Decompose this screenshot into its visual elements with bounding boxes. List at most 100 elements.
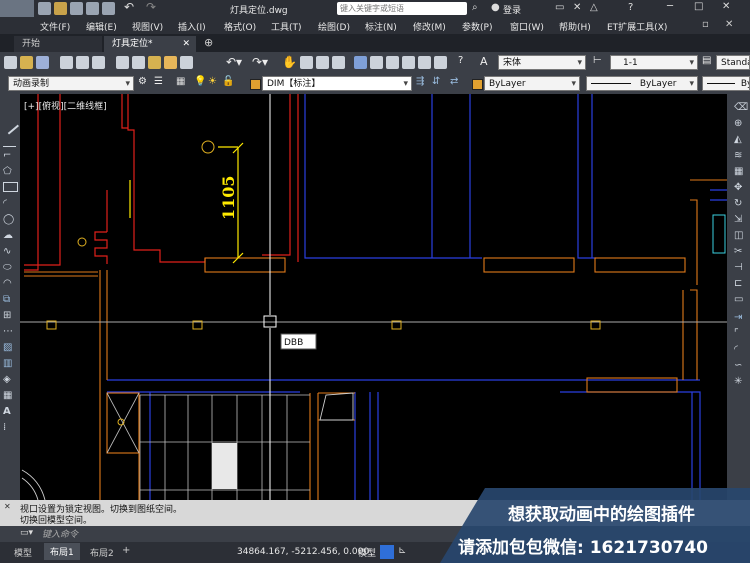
menu-format[interactable]: 格式(O) bbox=[224, 20, 256, 33]
layer-state-icon[interactable]: ▦ bbox=[176, 76, 185, 87]
help-icon[interactable]: ? bbox=[628, 2, 633, 13]
tool-palettes-icon[interactable] bbox=[386, 56, 399, 69]
add-layout-icon[interactable]: + bbox=[122, 545, 130, 556]
save-icon-2[interactable] bbox=[36, 56, 49, 69]
user-icon[interactable]: ● bbox=[491, 2, 500, 13]
zoom-window-icon[interactable] bbox=[316, 56, 329, 69]
mirror-icon[interactable]: ◭ bbox=[734, 134, 742, 145]
tab-close-icon[interactable]: ✕ bbox=[182, 36, 190, 52]
redo-tool-icon[interactable]: ↷▾ bbox=[252, 55, 268, 69]
add-selected-icon[interactable]: ⁞ bbox=[3, 422, 16, 434]
hatch-icon[interactable]: ▨ bbox=[3, 342, 16, 354]
move-icon[interactable]: ✥ bbox=[734, 182, 742, 193]
close-icon[interactable]: ✕ bbox=[722, 1, 730, 12]
layout-tab-layout1[interactable]: 布局1 bbox=[44, 543, 80, 560]
open-file-icon[interactable] bbox=[54, 2, 67, 15]
table-style-icon[interactable]: ▤ bbox=[702, 55, 711, 66]
properties-icon[interactable] bbox=[354, 56, 367, 69]
search-icon[interactable]: ⌕ bbox=[472, 2, 478, 13]
gradient-icon[interactable]: ▥ bbox=[3, 358, 16, 370]
insert-block-icon[interactable]: ⧉ bbox=[3, 294, 16, 306]
menu-modify[interactable]: 修改(M) bbox=[413, 20, 446, 33]
spline-icon[interactable]: ∿ bbox=[3, 246, 16, 258]
chamfer-icon[interactable]: ⌜ bbox=[734, 328, 739, 339]
menu-help[interactable]: 帮助(H) bbox=[559, 20, 591, 33]
gear-icon[interactable]: ⚙ bbox=[138, 76, 147, 87]
design-center-icon[interactable] bbox=[370, 56, 383, 69]
layer-properties-icon[interactable]: ☰ bbox=[154, 76, 163, 87]
menu-dimension[interactable]: 标注(N) bbox=[365, 20, 397, 33]
undo-tool-icon[interactable]: ↶▾ bbox=[226, 55, 242, 69]
menu-draw[interactable]: 绘图(D) bbox=[318, 20, 350, 33]
make-block-icon[interactable]: ⊞ bbox=[3, 310, 16, 322]
match-properties-icon[interactable] bbox=[164, 56, 177, 69]
text-style-icon[interactable]: A bbox=[480, 55, 488, 68]
new-tab-icon[interactable]: ⊕ bbox=[204, 36, 213, 49]
break-icon[interactable]: ▭ bbox=[734, 294, 743, 305]
new-file-icon[interactable] bbox=[38, 2, 51, 15]
blend-icon[interactable]: ∽ bbox=[734, 360, 742, 371]
new-icon[interactable] bbox=[4, 56, 17, 69]
pan-icon[interactable]: ✋ bbox=[282, 55, 297, 69]
calculator-icon[interactable] bbox=[434, 56, 447, 69]
save-icon[interactable] bbox=[70, 2, 83, 15]
menu-tools[interactable]: 工具(T) bbox=[271, 20, 302, 33]
menu-window[interactable]: 窗口(W) bbox=[510, 20, 544, 33]
stretch-icon[interactable]: ◫ bbox=[734, 230, 743, 241]
array-icon[interactable]: ▦ bbox=[734, 166, 743, 177]
sun-icon[interactable]: ☀ bbox=[208, 76, 217, 87]
table-icon[interactable]: ▦ bbox=[3, 390, 16, 402]
trim-icon[interactable]: ✂ bbox=[734, 246, 742, 257]
region-icon[interactable]: ◈ bbox=[3, 374, 16, 386]
explode-icon[interactable]: ✳ bbox=[734, 376, 742, 387]
layout-tab-model[interactable]: 模型 bbox=[14, 546, 32, 559]
minimize-icon[interactable]: ─ bbox=[667, 1, 673, 12]
triangle-icon[interactable]: △ bbox=[590, 2, 598, 13]
model-space-button[interactable]: 模型 bbox=[358, 546, 376, 559]
menu-parametric[interactable]: 参数(P) bbox=[462, 20, 492, 33]
print-icon[interactable] bbox=[102, 2, 115, 15]
menu-view[interactable]: 视图(V) bbox=[132, 20, 163, 33]
point-icon[interactable]: ⋯ bbox=[3, 326, 16, 338]
rotate-icon[interactable]: ↻ bbox=[734, 198, 742, 209]
search-input[interactable]: 键入关键字或短语 bbox=[337, 2, 467, 15]
layout-tab-layout2[interactable]: 布局2 bbox=[90, 546, 114, 559]
command-icon[interactable]: ▭▾ bbox=[20, 528, 33, 538]
copy-object-icon[interactable]: ⊕ bbox=[734, 118, 742, 129]
menu-express-tools[interactable]: ET扩展工具(X) bbox=[607, 20, 667, 33]
preview-icon[interactable] bbox=[76, 56, 89, 69]
offset-icon[interactable]: ≋ bbox=[734, 150, 742, 161]
paste-icon[interactable] bbox=[148, 56, 161, 69]
menu-edit[interactable]: 编辑(E) bbox=[86, 20, 117, 33]
make-current-icon[interactable]: ⇶ bbox=[416, 76, 424, 87]
exchange-icon[interactable]: ✕ bbox=[573, 2, 581, 13]
join-icon[interactable]: ⇥ bbox=[734, 312, 742, 323]
circle-icon[interactable]: ◯ bbox=[3, 214, 16, 226]
dynamic-input-box[interactable]: DBB bbox=[280, 333, 317, 350]
menu-file[interactable]: 文件(F) bbox=[40, 20, 70, 33]
cart-icon[interactable]: ▭ bbox=[555, 2, 564, 13]
copy-icon[interactable] bbox=[132, 56, 145, 69]
grid-icon[interactable] bbox=[380, 545, 394, 559]
lineweight-dropdown[interactable]: By bbox=[702, 76, 750, 91]
viewport-label[interactable]: [+][俯视][二维线框] bbox=[24, 99, 107, 112]
command-history-close-icon[interactable]: ✕ bbox=[4, 502, 11, 511]
login-button[interactable]: 登录 bbox=[503, 3, 521, 16]
command-input[interactable]: 键入命令 bbox=[42, 527, 442, 540]
zoom-realtime-icon[interactable] bbox=[300, 56, 313, 69]
extend-icon[interactable]: ⊣ bbox=[734, 262, 743, 273]
tab-start[interactable]: 开始 bbox=[14, 36, 102, 52]
doc-close-icon[interactable]: ✕ bbox=[725, 19, 733, 30]
line-icon[interactable] bbox=[0, 115, 19, 135]
snap-icon[interactable]: ⊾ bbox=[398, 545, 406, 556]
scale-icon[interactable]: ⇲ bbox=[734, 214, 742, 225]
block-editor-icon[interactable] bbox=[180, 56, 193, 69]
break-at-point-icon[interactable]: ⊏ bbox=[734, 278, 742, 289]
cut-icon[interactable] bbox=[116, 56, 129, 69]
dim-style-icon[interactable]: ⊢ bbox=[593, 55, 602, 66]
save-as-icon[interactable] bbox=[86, 2, 99, 15]
undo-icon[interactable]: ↶ bbox=[124, 0, 134, 14]
linetype-dropdown[interactable]: ByLayer ▾ bbox=[586, 76, 698, 91]
drawing-canvas[interactable]: 1105 DBB bbox=[20, 94, 727, 500]
erase-icon[interactable]: ⌫ bbox=[734, 102, 748, 113]
